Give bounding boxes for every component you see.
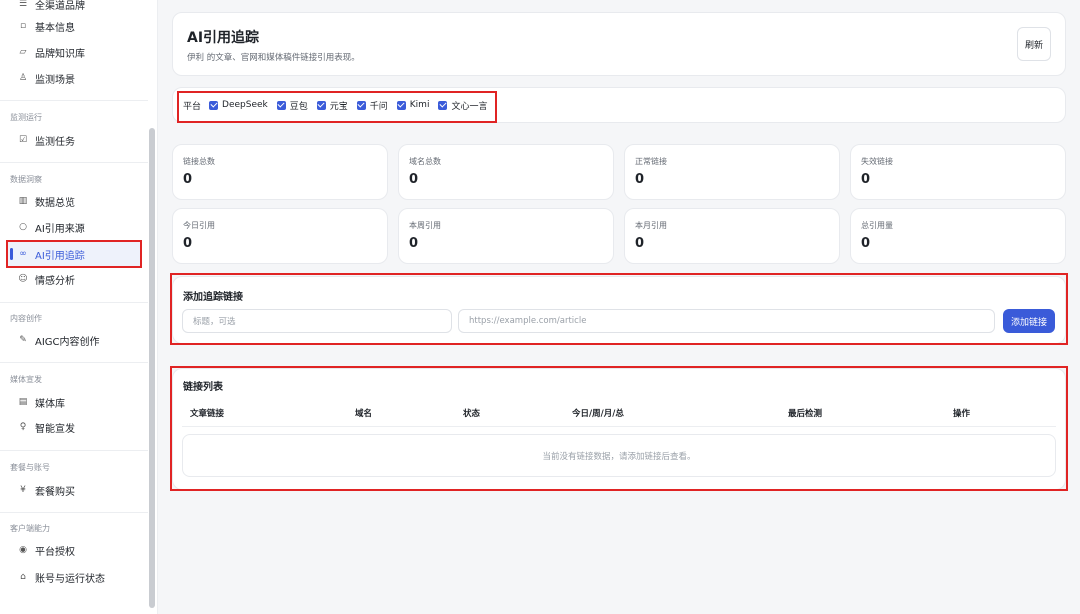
divider: [0, 450, 148, 451]
grid-icon: ▥: [18, 196, 28, 206]
sidebar-item-aigc[interactable]: ✎ AIGC内容创作: [8, 328, 142, 352]
stat-card-today-citations: 今日引用 0: [172, 208, 388, 264]
link-icon: ∞: [19, 249, 27, 259]
stat-value: 0: [409, 236, 419, 251]
sidebar-item-media-library[interactable]: ▤ 媒体库: [8, 390, 142, 414]
stat-label: 今日引用: [183, 221, 215, 230]
group-label-monitoring: 监测运行: [10, 113, 42, 122]
sidebar-item-label: 数据总览: [35, 197, 75, 209]
refresh-button[interactable]: 刷新: [1017, 27, 1051, 61]
page-title: AI引用追踪: [187, 30, 260, 46]
checkbox-icon: ☑: [18, 135, 28, 145]
sidebar-item-label: 监测任务: [35, 136, 75, 148]
stat-value: 0: [635, 236, 645, 251]
divider: [0, 162, 148, 163]
stat-label: 本周引用: [409, 221, 441, 230]
sidebar-item-label: 全渠道品牌: [35, 0, 85, 12]
sidebar-item-label: 监测场景: [35, 74, 75, 86]
divider: [0, 362, 148, 363]
sidebar-item-label: 账号与运行状态: [35, 573, 105, 585]
stat-card-total-links: 链接总数 0: [172, 144, 388, 200]
sidebar-item-smart-publish[interactable]: ♀ 智能宣发: [8, 415, 142, 439]
divider: [0, 100, 148, 101]
group-label-content: 内容创作: [10, 314, 42, 323]
sidebar-item-account-status[interactable]: ⌂ 账号与运行状态: [8, 565, 142, 589]
stat-value: 0: [183, 236, 193, 251]
stat-card-total-domains: 域名总数 0: [398, 144, 614, 200]
bulb-icon: ♀: [19, 422, 27, 432]
sidebar: ☰ 全渠道品牌 ▫ 基本信息 ▱ 品牌知识库 ♙ 监测场景 监测运行 ☑ 监测任…: [0, 0, 158, 614]
sidebar-item-label: AI引用追踪: [35, 250, 85, 262]
smile-icon: ☺: [18, 274, 28, 284]
stat-label: 正常链接: [635, 157, 667, 166]
highlight-box: [177, 91, 497, 123]
stat-card-month-citations: 本月引用 0: [624, 208, 840, 264]
sidebar-item-scenes[interactable]: ♙ 监测场景: [8, 66, 142, 90]
sidebar-item-ai-citation-sources[interactable]: ○ AI引用来源: [8, 215, 142, 239]
menu-icon: ☰: [18, 0, 28, 9]
group-label-client: 客户端能力: [10, 524, 50, 533]
stat-label: 总引用量: [861, 221, 893, 230]
stat-card-total-citations: 总引用量 0: [850, 208, 1066, 264]
page-subtitle: 伊利 的文章、官网和媒体稿件链接引用表现。: [187, 53, 360, 63]
group-label-insights: 数据洞察: [10, 175, 42, 184]
sidebar-item-label: 品牌知识库: [35, 48, 85, 60]
highlight-box: [170, 366, 1068, 491]
header-card: AI引用追踪 伊利 的文章、官网和媒体稿件链接引用表现。 刷新: [172, 12, 1066, 76]
stat-card-week-citations: 本周引用 0: [398, 208, 614, 264]
group-label-plans: 套餐与账号: [10, 463, 50, 472]
group-label-media: 媒体宣发: [10, 375, 42, 384]
sidebar-item-label: 套餐购买: [35, 486, 75, 498]
sidebar-item-monitor-tasks[interactable]: ☑ 监测任务: [8, 128, 142, 152]
pen-icon: ✎: [19, 335, 27, 345]
divider: [0, 512, 148, 513]
radio-icon: ◉: [19, 545, 27, 555]
folder-icon: ▱: [19, 47, 27, 57]
stat-card-broken-links: 失效链接 0: [850, 144, 1066, 200]
person-icon: ♙: [18, 73, 28, 83]
square-icon: ▫: [19, 21, 27, 31]
sidebar-item-ai-citation-tracking[interactable]: ∞ AI引用追踪: [6, 240, 142, 268]
home-icon: ⌂: [20, 572, 26, 582]
list-icon: ▤: [18, 397, 28, 407]
sidebar-item-label: AI引用来源: [35, 223, 85, 235]
sidebar-item-label: 智能宣发: [35, 423, 75, 435]
sidebar-item-label: 媒体库: [35, 398, 65, 410]
stat-label: 域名总数: [409, 157, 441, 166]
stat-card-normal-links: 正常链接 0: [624, 144, 840, 200]
sidebar-item-basic-info[interactable]: ▫ 基本信息: [8, 14, 142, 38]
stat-label: 本月引用: [635, 221, 667, 230]
stat-value: 0: [635, 172, 645, 187]
sidebar-item-label: AIGC内容创作: [35, 336, 100, 348]
stat-value: 0: [861, 172, 871, 187]
sidebar-item-label: 情感分析: [35, 275, 75, 287]
stat-value: 0: [861, 236, 871, 251]
yen-icon: ¥: [20, 485, 26, 495]
sidebar-item-platform-auth[interactable]: ◉ 平台授权: [8, 538, 142, 562]
stat-value: 0: [409, 172, 419, 187]
stat-label: 失效链接: [861, 157, 893, 166]
sidebar-item-label: 平台授权: [35, 546, 75, 558]
highlight-box: [170, 273, 1068, 345]
sidebar-item-knowledge-base[interactable]: ▱ 品牌知识库: [8, 40, 142, 64]
sidebar-item-sentiment[interactable]: ☺ 情感分析: [8, 267, 142, 291]
divider: [0, 302, 148, 303]
sidebar-item-data-overview[interactable]: ▥ 数据总览: [8, 189, 142, 213]
sidebar-scrollbar[interactable]: [149, 128, 155, 608]
stat-value: 0: [183, 172, 193, 187]
sidebar-item-label: 基本信息: [35, 22, 75, 34]
stat-label: 链接总数: [183, 157, 215, 166]
sidebar-item-buy-plan[interactable]: ¥ 套餐购买: [8, 478, 142, 502]
circle-icon: ○: [19, 222, 27, 232]
